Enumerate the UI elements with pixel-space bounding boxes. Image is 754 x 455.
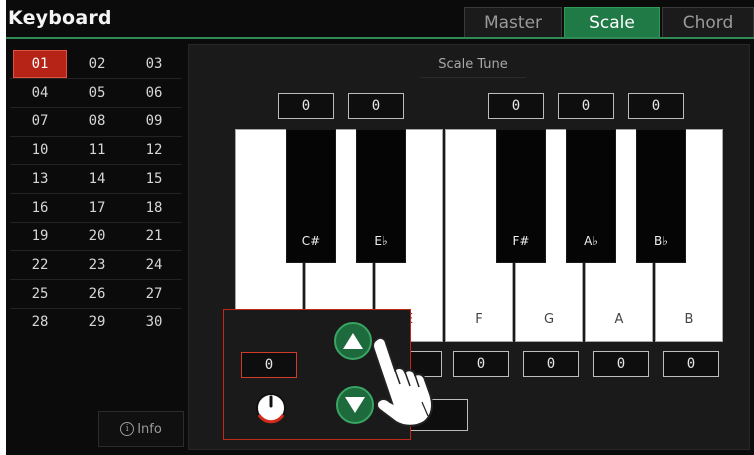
black-key-a-flat[interactable]: A♭ — [566, 129, 616, 263]
preset-number-04[interactable]: 04 — [13, 79, 67, 107]
preset-number-18[interactable]: 18 — [127, 194, 181, 222]
preset-number-22[interactable]: 22 — [13, 251, 67, 279]
grid-divider — [10, 78, 182, 80]
grid-divider — [10, 221, 182, 223]
preset-number-08[interactable]: 08 — [70, 107, 124, 135]
knob-icon[interactable] — [253, 389, 289, 425]
preset-number-09[interactable]: 09 — [127, 107, 181, 135]
key-label: C# — [301, 234, 321, 248]
preset-number-29[interactable]: 29 — [70, 308, 124, 336]
preset-number-15[interactable]: 15 — [127, 165, 181, 193]
grid-divider — [10, 250, 182, 252]
preset-number-24[interactable]: 24 — [127, 251, 181, 279]
value-box-c-sharp[interactable]: 0 — [278, 93, 334, 119]
value-box-f[interactable]: 0 — [453, 351, 509, 377]
preset-number-13[interactable]: 13 — [13, 165, 67, 193]
key-label: B♭ — [654, 234, 668, 248]
grid-divider — [10, 135, 182, 137]
black-key-c-sharp[interactable]: C# — [286, 129, 336, 263]
preset-number-07[interactable]: 07 — [13, 107, 67, 135]
preset-number-28[interactable]: 28 — [13, 308, 67, 336]
value-box-g[interactable]: 0 — [523, 351, 579, 377]
preset-number-23[interactable]: 23 — [70, 251, 124, 279]
key-label: G — [543, 312, 555, 327]
info-button[interactable]: i Info — [98, 411, 184, 447]
key-label: A♭ — [584, 234, 598, 248]
black-key-e-flat[interactable]: E♭ — [356, 129, 406, 263]
value-box-e-flat[interactable]: 0 — [348, 93, 404, 119]
key-label: F# — [512, 234, 530, 248]
value-box-f-sharp[interactable]: 0 — [488, 93, 544, 119]
tab-master[interactable]: Master — [464, 7, 562, 37]
preset-number-12[interactable]: 12 — [127, 136, 181, 164]
tab-chord[interactable]: Chord — [662, 7, 754, 37]
preset-number-02[interactable]: 02 — [70, 50, 124, 78]
keyboard-screen: Keyboard Master Scale Chord 01 02 03 04 05 06… — [6, 0, 754, 455]
black-key-b-flat[interactable]: B♭ — [636, 129, 686, 263]
popup-value-field[interactable]: 0 — [241, 352, 297, 378]
preset-number-21[interactable]: 21 — [127, 222, 181, 250]
preset-number-10[interactable]: 10 — [13, 136, 67, 164]
preset-number-16[interactable]: 16 — [13, 194, 67, 222]
key-label: B — [684, 312, 694, 327]
preset-number-11[interactable]: 11 — [70, 136, 124, 164]
value-box-a-flat[interactable]: 0 — [558, 93, 614, 119]
up-arrow-icon — [343, 333, 363, 349]
grid-divider — [10, 164, 182, 166]
key-label: E♭ — [374, 234, 388, 248]
key-label: A — [614, 312, 624, 327]
value-box-b-flat[interactable]: 0 — [628, 93, 684, 119]
preset-number-27[interactable]: 27 — [127, 280, 181, 308]
grid-divider — [10, 307, 182, 309]
header-divider — [6, 37, 754, 39]
preset-number-30[interactable]: 30 — [127, 308, 181, 336]
preset-number-17[interactable]: 17 — [70, 194, 124, 222]
key-label: F — [475, 312, 483, 327]
value-box-b[interactable]: 0 — [663, 351, 719, 377]
preset-number-20[interactable]: 20 — [70, 222, 124, 250]
preset-number-05[interactable]: 05 — [70, 79, 124, 107]
grid-divider — [10, 106, 182, 108]
black-key-f-sharp[interactable]: F# — [496, 129, 546, 263]
preset-number-06[interactable]: 06 — [127, 79, 181, 107]
preset-number-25[interactable]: 25 — [13, 280, 67, 308]
preset-number-01[interactable]: 01 — [13, 50, 67, 78]
preset-number-03[interactable]: 03 — [127, 50, 181, 78]
value-box-a[interactable]: 0 — [593, 351, 649, 377]
preset-number-14[interactable]: 14 — [70, 165, 124, 193]
preset-number-26[interactable]: 26 — [70, 280, 124, 308]
preset-number-19[interactable]: 19 — [13, 222, 67, 250]
section-title: Scale Tune — [420, 52, 526, 78]
grid-divider — [10, 193, 182, 194]
page-title: Keyboard — [8, 7, 112, 29]
info-icon: i — [120, 422, 135, 436]
pointing-hand-icon — [371, 336, 433, 427]
grid-divider — [10, 279, 182, 281]
info-label: Info — [137, 421, 162, 437]
tab-scale[interactable]: Scale — [564, 7, 660, 37]
